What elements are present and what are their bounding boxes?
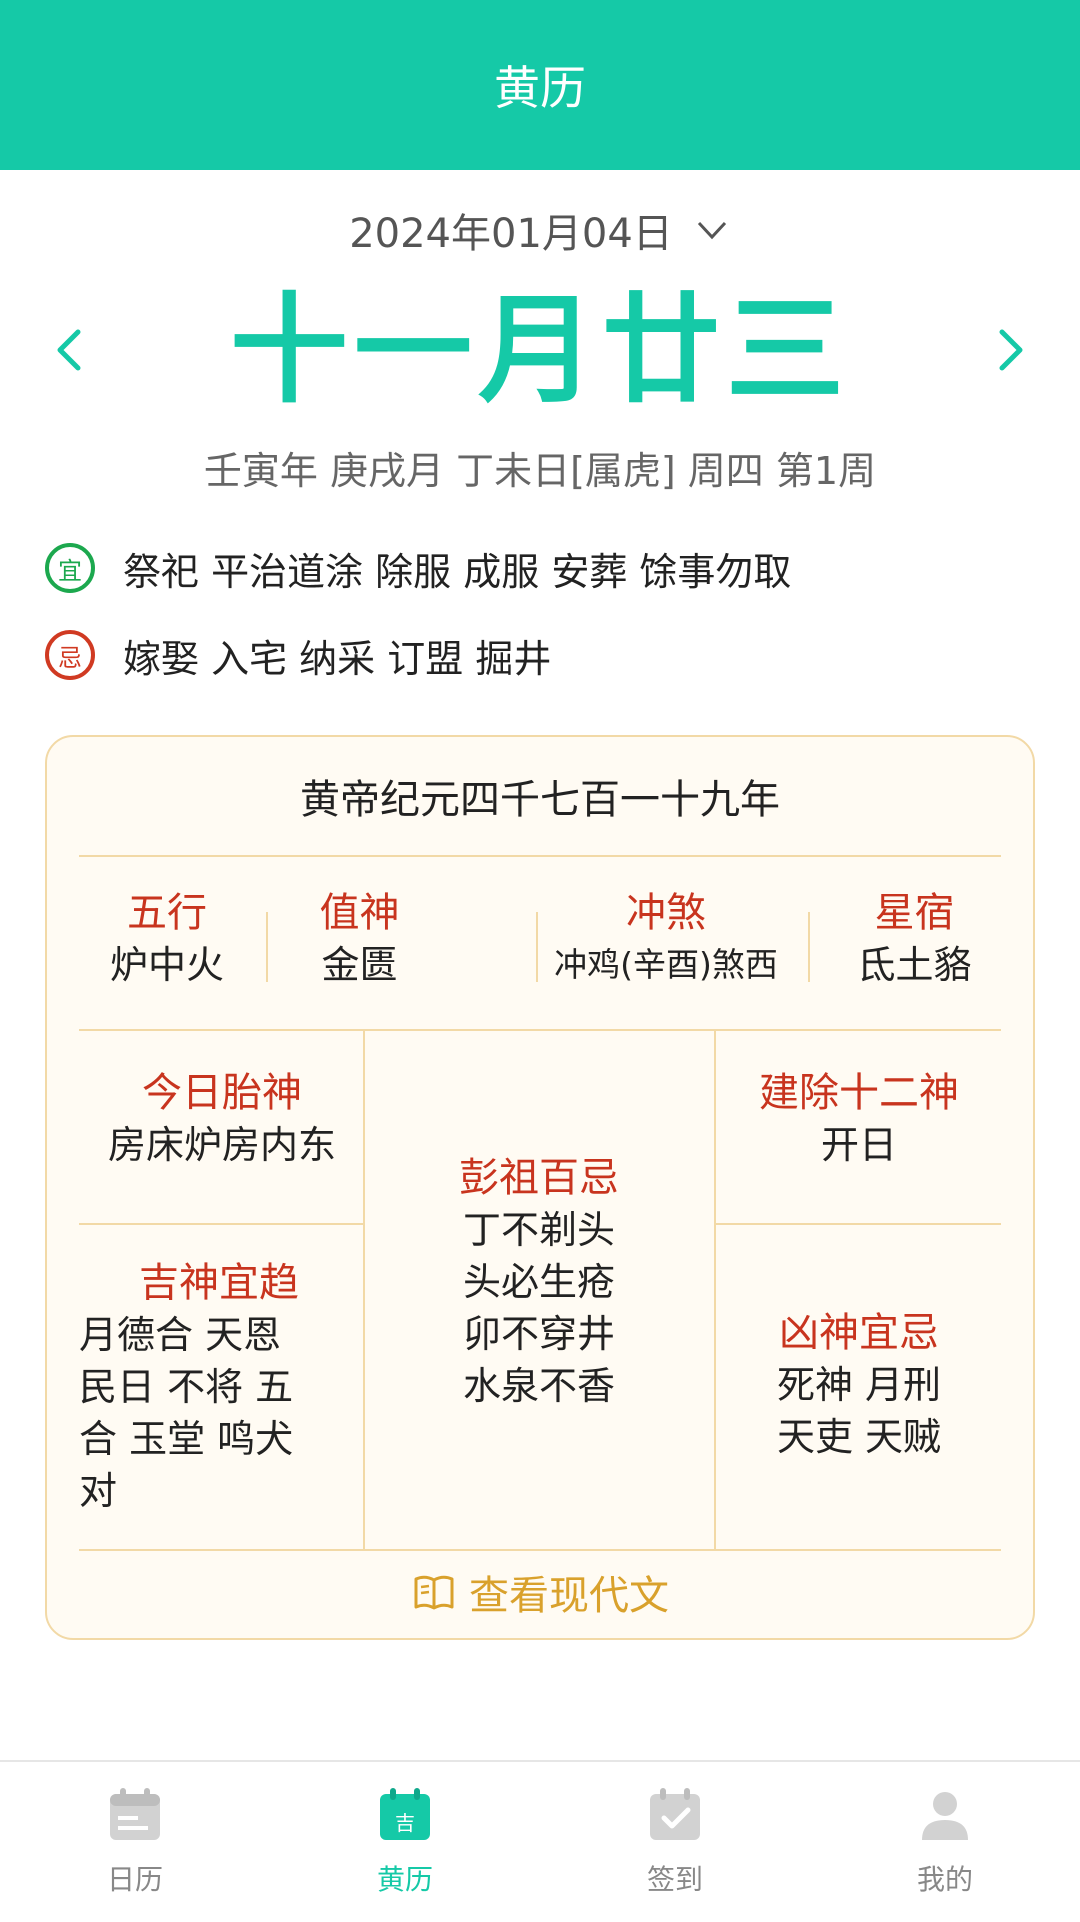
- wuxing-cell: 五行 炉中火: [67, 887, 267, 991]
- zhishen-label: 值神: [319, 890, 400, 936]
- zhishen-value: 金匮: [321, 943, 398, 987]
- jishen-label: 吉神宜趋: [139, 1260, 299, 1306]
- wuxing-label: 五行: [127, 890, 207, 936]
- xiongshen-cell: 凶神宜忌 死神 月刑 天吏 天贼: [717, 1307, 1001, 1463]
- chevron-down-icon: [697, 221, 726, 240]
- divider: [79, 855, 1001, 857]
- divider: [79, 1223, 363, 1225]
- yi-items: 祭祀 平治道涂 除服 成服 安葬 馀事勿取: [123, 549, 792, 594]
- yi-row: 宜 祭祀 平治道涂 除服 成服 安葬 馀事勿取: [45, 538, 791, 598]
- tab-huangli[interactable]: 吉 黄历: [270, 1762, 540, 1922]
- date-selector[interactable]: 2024年01月04日: [0, 195, 1080, 265]
- jianchu-cell: 建除十二神 开日: [717, 1067, 1001, 1171]
- almanac-card: 黄帝纪元四千七百一十九年 五行 炉中火 值神 金匮 冲煞 冲鸡(辛酉)煞西 星宿…: [45, 735, 1035, 1640]
- app-header: 黄历: [0, 0, 1080, 170]
- divider: [808, 912, 810, 982]
- taishen-cell: 今日胎神 房床炉房内东: [87, 1067, 357, 1171]
- pengzu-cell: 彭祖百忌 丁不剃头 头必生疮 卯不穿井 水泉不香: [365, 1152, 713, 1412]
- jishen-cell: 吉神宜趋 月德合 天恩 民日 不将 五 合 玉堂 鸣犬 对: [79, 1257, 359, 1517]
- xingxiu-cell: 星宿 氐土貉: [822, 887, 1007, 991]
- xingxiu-label: 星宿: [874, 890, 955, 936]
- pengzu-label: 彭祖百忌: [459, 1155, 619, 1201]
- lunar-date: 十一月廿三: [229, 281, 850, 419]
- xiongshen-value: 死神 月刑 天吏 天贼: [776, 1363, 942, 1459]
- tab-huangli-label: 黄历: [376, 1863, 433, 1896]
- wuxing-value: 炉中火: [109, 943, 224, 987]
- huangli-icon-badge: 吉: [395, 1811, 415, 1835]
- jianchu-label: 建除十二神: [759, 1070, 959, 1116]
- view-modern-text-label: 查看现代文: [469, 1573, 669, 1619]
- tab-checkin-label: 签到: [646, 1863, 703, 1896]
- ji-badge: 忌: [45, 630, 95, 680]
- tab-checkin[interactable]: 签到: [540, 1762, 810, 1922]
- checkin-icon: [650, 1788, 700, 1840]
- divider: [714, 1030, 716, 1550]
- tab-profile-label: 我的: [916, 1863, 973, 1896]
- huangli-icon: 吉: [380, 1788, 430, 1840]
- jishen-value: 月德合 天恩 民日 不将 五 合 玉堂 鸣犬 对: [79, 1313, 294, 1513]
- ji-items: 嫁娶 入宅 纳采 订盟 掘井: [123, 636, 552, 681]
- divider: [266, 912, 268, 982]
- card-title: 黄帝纪元四千七百一十九年: [300, 777, 780, 823]
- jianchu-value: 开日: [820, 1123, 897, 1167]
- profile-icon: [922, 1792, 968, 1840]
- pengzu-value: 丁不剃头 头必生疮 卯不穿井 水泉不香: [462, 1208, 615, 1408]
- tab-calendar[interactable]: 日历: [0, 1762, 270, 1922]
- book-icon: [414, 1575, 454, 1610]
- yi-badge: 宜: [45, 543, 95, 593]
- chongsha-value: 冲鸡(辛酉)煞西: [554, 945, 778, 984]
- lunar-date-row: 十一月廿三: [0, 280, 1080, 420]
- ganzhi-info: 壬寅年 庚戌月 丁未日[属虎] 周四 第1周: [203, 449, 877, 493]
- page-title: 黄历: [494, 61, 586, 115]
- taishen-label: 今日胎神: [142, 1070, 302, 1116]
- xiongshen-label: 凶神宜忌: [779, 1310, 939, 1356]
- tab-profile[interactable]: 我的: [810, 1762, 1080, 1922]
- next-day-button[interactable]: [980, 320, 1040, 380]
- chongsha-label: 冲煞: [626, 890, 706, 936]
- divider: [79, 1549, 1001, 1551]
- ji-row: 忌 嫁娶 入宅 纳采 订盟 掘井: [45, 625, 551, 685]
- taishen-value: 房床炉房内东: [107, 1123, 336, 1167]
- view-modern-text-button[interactable]: 查看现代文: [47, 1562, 1033, 1622]
- zhishen-cell: 值神 金匮: [272, 887, 447, 991]
- chongsha-cell: 冲煞 冲鸡(辛酉)煞西: [537, 887, 795, 991]
- date-selector-label: 2024年01月04日: [349, 211, 673, 257]
- tab-calendar-label: 日历: [106, 1863, 163, 1896]
- divider: [716, 1223, 1001, 1225]
- calendar-icon: [110, 1788, 160, 1840]
- xingxiu-value: 氐土貉: [857, 943, 972, 987]
- bottom-tab-bar: 日历 吉 黄历 签到 我的: [0, 1760, 1080, 1922]
- divider: [79, 1029, 1001, 1031]
